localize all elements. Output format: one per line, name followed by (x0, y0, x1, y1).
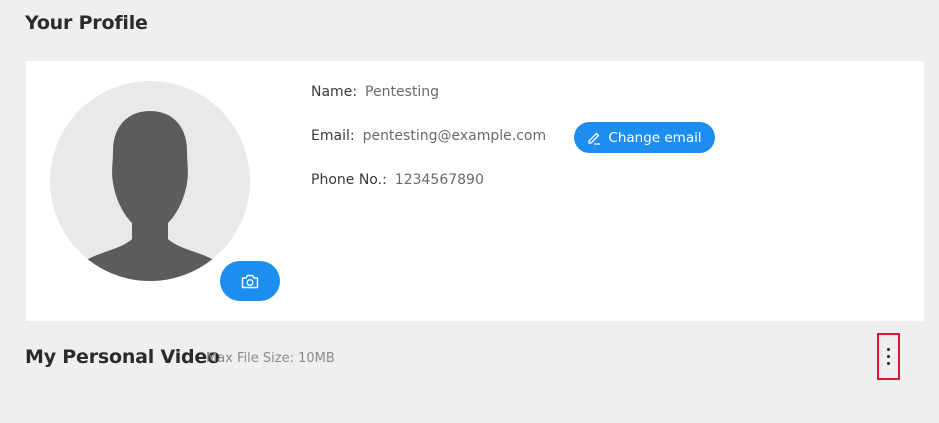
profile-card: Name : Pentesting Email : pentesting@exa… (26, 61, 924, 321)
avatar (50, 81, 250, 281)
name-label: Name (311, 84, 353, 100)
person-silhouette-icon (72, 111, 228, 281)
phone-colon: : (382, 172, 387, 188)
email-label: Email (311, 128, 350, 144)
avatar-container (50, 81, 250, 281)
pencil-icon (588, 132, 601, 145)
email-colon: : (349, 128, 355, 144)
change-photo-button[interactable] (220, 261, 280, 301)
change-email-label: Change email (608, 129, 702, 146)
email-row: Email : pentesting@example.com (311, 128, 546, 144)
phone-label: Phone No. (311, 172, 383, 188)
more-options-button[interactable] (877, 333, 900, 380)
vertical-dots-icon (887, 348, 890, 351)
max-file-size-text: Max File Size: 10MB (206, 351, 335, 366)
change-email-button[interactable]: Change email (574, 122, 715, 153)
email-value: pentesting@example.com (362, 128, 547, 144)
name-value: Pentesting (365, 84, 439, 100)
page-title: Your Profile (25, 12, 148, 34)
video-section-title: My Personal Video (25, 346, 220, 368)
phone-value: 1234567890 (394, 172, 484, 188)
vertical-dots-icon (887, 362, 890, 365)
vertical-dots-icon (887, 355, 890, 358)
name-colon: : (352, 84, 358, 100)
name-row: Name : Pentesting (311, 84, 439, 100)
camera-icon (241, 274, 259, 288)
phone-row: Phone No. : 1234567890 (311, 172, 484, 188)
